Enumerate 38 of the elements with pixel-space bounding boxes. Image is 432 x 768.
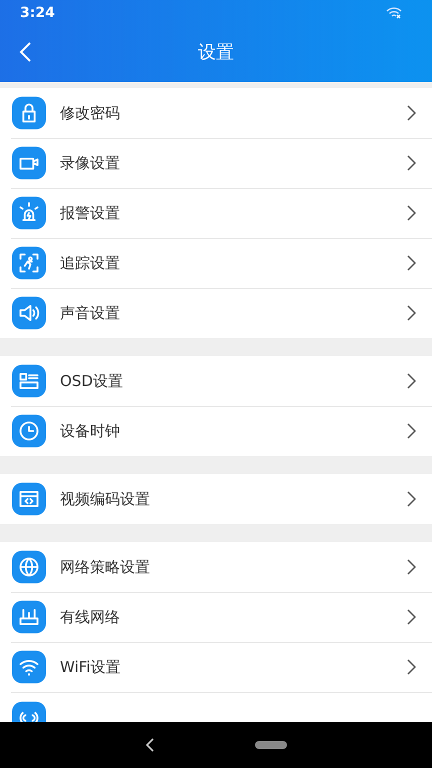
setting-icon: [11, 296, 47, 330]
setting-icon: [11, 414, 47, 448]
chevron-icon: [407, 205, 416, 221]
wifi-off-icon: [386, 6, 402, 20]
settings-item[interactable]: 报警设置: [0, 188, 432, 238]
setting-icon: [11, 482, 47, 516]
setting-icon: [11, 96, 47, 130]
setting-icon: [11, 196, 47, 230]
chevron-icon: [407, 491, 416, 507]
status-time: 3:24: [20, 5, 55, 21]
settings-item[interactable]: 修改密码: [0, 88, 432, 138]
setting-icon: [11, 600, 47, 634]
chevron-icon: [407, 423, 416, 439]
chevron-icon: [407, 105, 416, 121]
setting-icon: [11, 550, 47, 584]
setting-icon: [11, 650, 47, 684]
setting-icon: [11, 146, 47, 180]
settings-item[interactable]: 有线网络: [0, 592, 432, 642]
back-icon[interactable]: [145, 738, 155, 752]
setting-icon: [11, 246, 47, 280]
settings-item[interactable]: 追踪设置: [0, 238, 432, 288]
settings-item[interactable]: WiFi设置: [0, 642, 432, 692]
chevron-icon: [407, 155, 416, 171]
home-pill[interactable]: [255, 741, 287, 749]
settings-item[interactable]: 网络策略设置: [0, 542, 432, 592]
chevron-icon: [407, 255, 416, 271]
chevron-icon: [407, 559, 416, 575]
chevron-icon: [407, 659, 416, 675]
setting-icon: [11, 364, 47, 398]
settings-item[interactable]: OSD设置: [0, 356, 432, 406]
settings-item[interactable]: 录像设置: [0, 138, 432, 188]
chevron-icon: [407, 373, 416, 389]
chevron-icon: [407, 609, 416, 625]
page-title: 设置: [197, 41, 235, 64]
settings-item[interactable]: 设备时钟: [0, 406, 432, 456]
settings-item[interactable]: 声音设置: [0, 288, 432, 338]
settings-item[interactable]: 视频编码设置: [0, 474, 432, 524]
chevron-icon: [407, 305, 416, 321]
